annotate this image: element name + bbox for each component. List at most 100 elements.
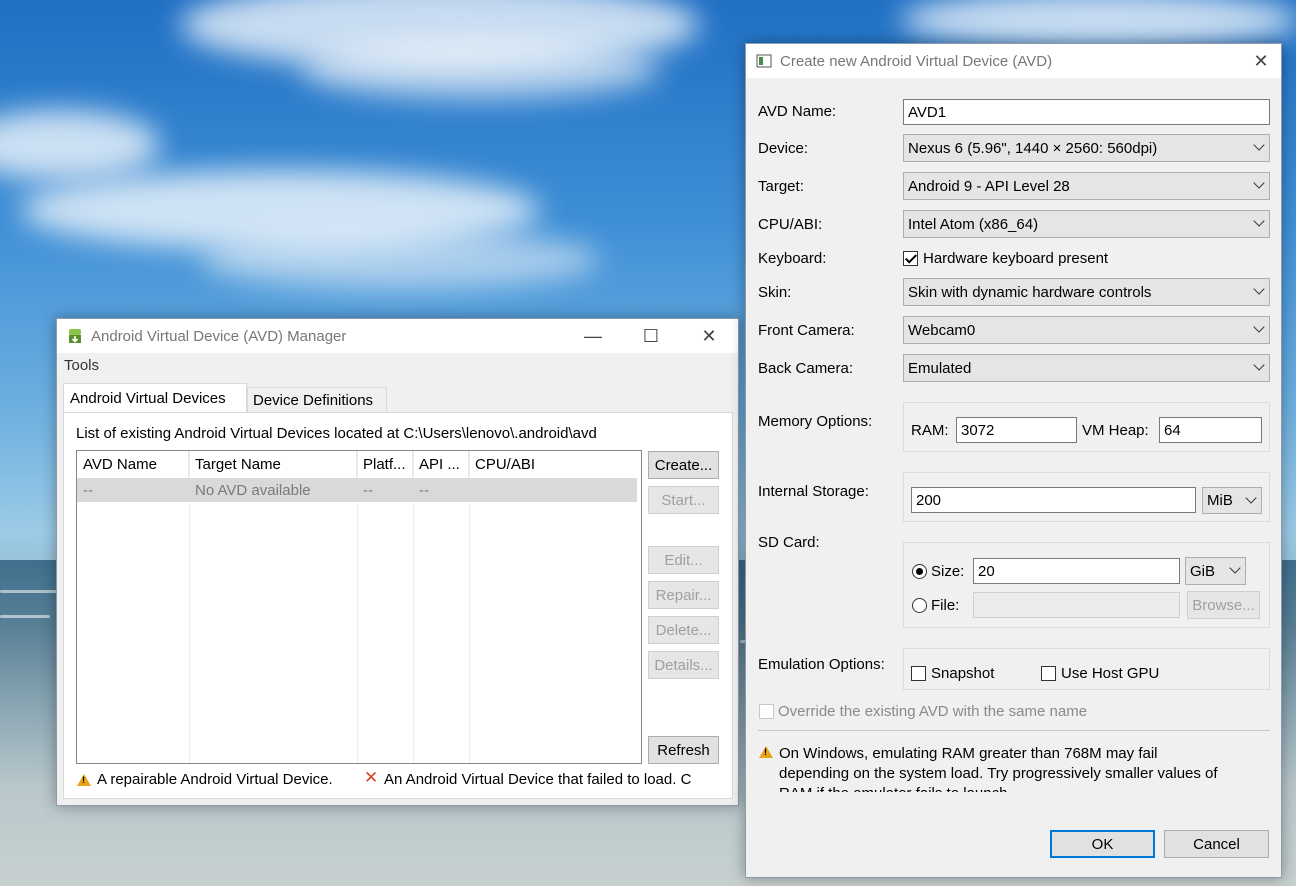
chevron-down-icon (1253, 215, 1265, 227)
sd-card-label: SD Card: (758, 534, 820, 551)
sd-unit-select[interactable]: GiB (1185, 557, 1246, 585)
front-camera-label: Front Camera: (758, 322, 855, 339)
back-camera-select[interactable]: Emulated (903, 354, 1270, 382)
override-checkbox[interactable] (759, 704, 774, 719)
window-title: Android Virtual Device (AVD) Manager (91, 327, 347, 345)
vm-heap-label: VM Heap: (1082, 422, 1149, 439)
device-label: Device: (758, 140, 809, 157)
refresh-button[interactable]: Refresh (648, 736, 719, 764)
hardware-keyboard-label[interactable]: Hardware keyboard present (923, 250, 1108, 267)
delete-button[interactable]: Delete... (648, 616, 719, 644)
edit-button[interactable]: Edit... (648, 546, 719, 574)
cell-platform: -- (363, 481, 373, 499)
skin-label: Skin: (758, 284, 792, 301)
minimize-icon[interactable]: — (564, 319, 622, 353)
warning-icon (759, 746, 773, 758)
avd-location-text: List of existing Android Virtual Devices… (76, 425, 597, 442)
column-header-platform[interactable]: Platf... (357, 451, 413, 477)
skin-select[interactable]: Skin with dynamic hardware controls (903, 278, 1270, 306)
target-select[interactable]: Android 9 - API Level 28 (903, 172, 1270, 200)
internal-storage-unit-select[interactable]: MiB (1202, 487, 1262, 514)
column-header-target-name[interactable]: Target Name (189, 451, 357, 477)
start-button[interactable]: Start... (648, 486, 719, 514)
ok-button[interactable]: OK (1050, 830, 1155, 858)
tab-label: Android Virtual Devices (70, 390, 226, 407)
front-camera-value: Webcam0 (908, 321, 976, 339)
emulation-options-label: Emulation Options: (758, 656, 885, 673)
create-button[interactable]: Create... (648, 451, 719, 479)
error-icon: ✕ (364, 768, 379, 787)
chevron-down-icon (1253, 177, 1265, 189)
sd-size-label: Size: (931, 563, 965, 580)
memory-options-label: Memory Options: (758, 413, 873, 430)
tab-android-virtual-devices[interactable]: Android Virtual Devices (63, 383, 247, 413)
ram-label: RAM: (911, 422, 949, 439)
column-header-avd-name[interactable]: AVD Name (77, 451, 189, 477)
override-label[interactable]: Override the existing AVD with the same … (778, 703, 1087, 720)
sd-unit-value: GiB (1190, 562, 1216, 580)
legend-failed: An Android Virtual Device that failed to… (384, 771, 692, 788)
back-camera-label: Back Camera: (758, 360, 854, 377)
tab-panel: List of existing Android Virtual Devices… (63, 412, 733, 799)
repair-button[interactable]: Repair... (648, 581, 719, 609)
chevron-down-icon (1253, 139, 1265, 151)
avd-table[interactable]: AVD Name Target Name Platf... API ... CP… (76, 450, 642, 764)
cell-avd-name: -- (83, 481, 93, 499)
snapshot-checkbox[interactable] (911, 666, 926, 681)
menu-tools[interactable]: Tools (64, 357, 99, 374)
front-camera-select[interactable]: Webcam0 (903, 316, 1270, 344)
use-host-gpu-checkbox[interactable] (1041, 666, 1056, 681)
tab-device-definitions[interactable]: Device Definitions (247, 387, 387, 413)
device-select[interactable]: Nexus 6 (5.96", 1440 × 2560: 560dpi) (903, 134, 1270, 162)
cell-api: -- (419, 481, 429, 499)
use-host-gpu-label[interactable]: Use Host GPU (1061, 665, 1159, 682)
snapshot-label[interactable]: Snapshot (931, 665, 994, 682)
separator (758, 730, 1270, 731)
internal-storage-unit-value: MiB (1207, 492, 1233, 509)
column-header-api[interactable]: API ... (413, 451, 469, 477)
ram-input[interactable]: 3072 (956, 417, 1077, 443)
cpu-abi-value: Intel Atom (x86_64) (908, 215, 1039, 233)
sd-file-radio[interactable] (912, 598, 927, 613)
legend-repairable: A repairable Android Virtual Device. (97, 771, 333, 788)
cancel-button[interactable]: Cancel (1164, 830, 1269, 858)
target-label: Target: (758, 178, 804, 195)
chevron-down-icon (1245, 492, 1257, 504)
avd-manager-titlebar[interactable]: Android Virtual Device (AVD) Manager — ☐… (57, 319, 738, 353)
warning-icon (77, 774, 91, 786)
chevron-down-icon (1253, 321, 1265, 333)
ram-warning: On Windows, emulating RAM greater than 7… (779, 744, 1269, 792)
cpu-abi-label: CPU/ABI: (758, 216, 823, 233)
window-icon (756, 54, 772, 68)
sd-file-label: File: (931, 597, 960, 614)
warning-line: depending on the system load. Try progre… (779, 765, 1218, 782)
internal-storage-label: Internal Storage: (758, 483, 869, 500)
close-icon[interactable]: ✕ (680, 319, 738, 353)
tab-label: Device Definitions (253, 392, 374, 409)
skin-value: Skin with dynamic hardware controls (908, 283, 1152, 301)
keyboard-label: Keyboard: (758, 250, 827, 267)
cell-target-name: No AVD available (195, 481, 311, 499)
internal-storage-input[interactable]: 200 (911, 487, 1196, 513)
avd-name-input[interactable]: AVD1 (903, 99, 1270, 125)
maximize-icon[interactable]: ☐ (622, 319, 680, 353)
create-avd-dialog: Create new Android Virtual Device (AVD) … (745, 43, 1282, 878)
dialog-title: Create new Android Virtual Device (AVD) (780, 52, 1053, 70)
sd-size-radio[interactable] (912, 564, 927, 579)
chevron-down-icon (1229, 562, 1241, 574)
details-button[interactable]: Details... (648, 651, 719, 679)
browse-button[interactable]: Browse... (1187, 591, 1260, 619)
avd-manager-window: Android Virtual Device (AVD) Manager — ☐… (56, 318, 739, 806)
back-camera-value: Emulated (908, 359, 972, 377)
warning-line: On Windows, emulating RAM greater than 7… (779, 745, 1158, 762)
hardware-keyboard-checkbox[interactable] (903, 251, 918, 266)
create-avd-titlebar[interactable]: Create new Android Virtual Device (AVD) … (746, 44, 1281, 78)
column-header-cpu-abi[interactable]: CPU/ABI (469, 451, 639, 477)
target-value: Android 9 - API Level 28 (908, 177, 1070, 195)
close-icon[interactable]: ✕ (1241, 44, 1281, 78)
sd-file-input[interactable] (973, 592, 1180, 618)
cpu-abi-select[interactable]: Intel Atom (x86_64) (903, 210, 1270, 238)
sd-size-input[interactable]: 20 (973, 558, 1180, 584)
vm-heap-input[interactable]: 64 (1159, 417, 1262, 443)
chevron-down-icon (1253, 359, 1265, 371)
